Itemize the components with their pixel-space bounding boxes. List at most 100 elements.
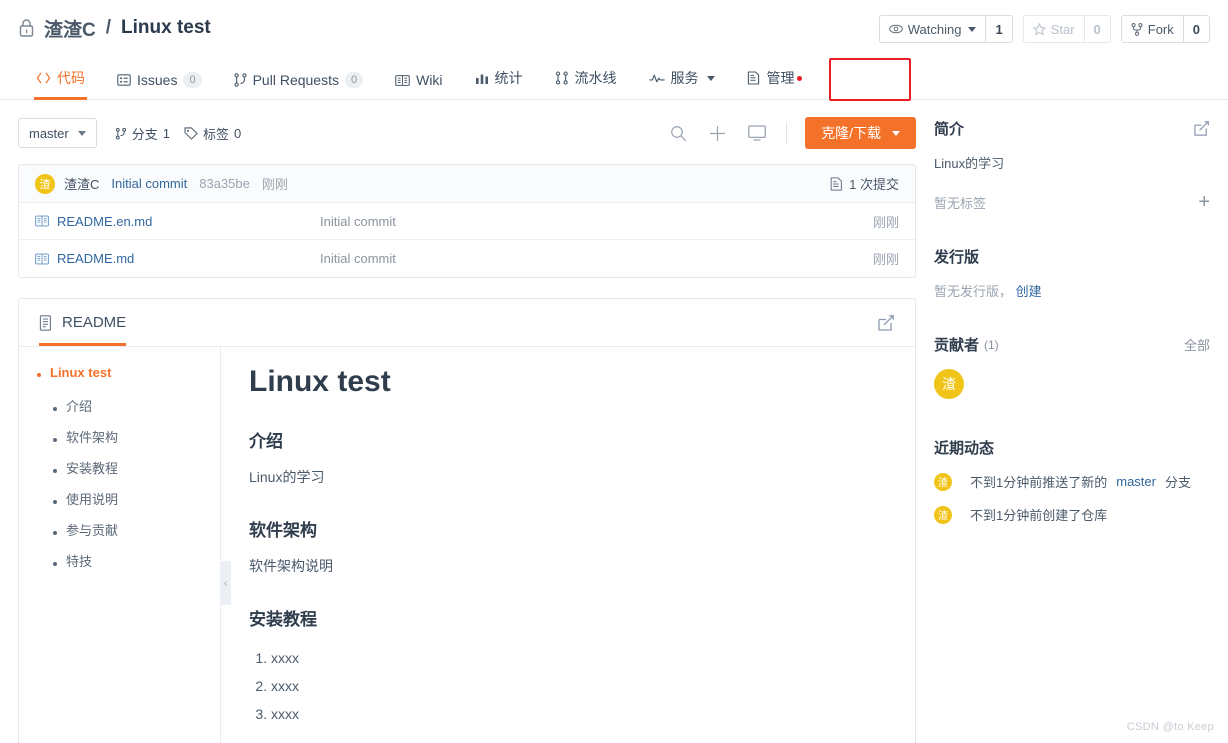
commit-count-link[interactable]: 1 次提交 bbox=[830, 174, 899, 193]
star-label: Star bbox=[1050, 21, 1075, 37]
toc-item[interactable]: 特技 bbox=[29, 545, 220, 576]
toc-root-item[interactable]: Linux test 介绍 软件架构 安装教程 使用说明 参与贡献 特技 bbox=[29, 361, 220, 576]
repo-meta-links: 分支 1 标签 0 bbox=[115, 124, 241, 143]
clone-download-button[interactable]: 克隆/下载 bbox=[805, 117, 916, 149]
stats-icon bbox=[475, 72, 489, 85]
readme-title: Linux test bbox=[249, 365, 391, 398]
file-icon bbox=[35, 215, 49, 227]
releases-title: 发行版 bbox=[934, 249, 980, 266]
readme-heading: 软件架构 bbox=[249, 520, 317, 540]
chevron-down-icon bbox=[892, 130, 900, 136]
toc-item[interactable]: 使用说明 bbox=[29, 483, 220, 514]
table-row[interactable]: README.md Initial commit 刚刚 bbox=[19, 240, 915, 277]
code-icon bbox=[36, 72, 51, 84]
bullet-icon bbox=[53, 500, 57, 504]
branches-link[interactable]: 分支 1 bbox=[115, 124, 170, 143]
list-item: xxxx bbox=[271, 672, 885, 700]
breadcrumb: 渣渣C / Linux test bbox=[18, 15, 211, 42]
tab-stats[interactable]: 统计 bbox=[459, 68, 539, 99]
tab-pull-requests-label: Pull Requests bbox=[252, 72, 339, 88]
avatar[interactable]: 渣 bbox=[934, 505, 952, 524]
file-name[interactable]: README.en.md bbox=[57, 214, 152, 229]
chevron-down-icon bbox=[706, 75, 715, 81]
toc-item[interactable]: 软件架构 bbox=[29, 421, 220, 452]
activity-section: 近期动态 渣 不到1分钟前推送了新的 master 分支 渣 不到1分钟前创建了… bbox=[934, 437, 1210, 524]
commit-sha[interactable]: 83a35be bbox=[199, 176, 250, 191]
releases-heading: 发行版 bbox=[934, 246, 1210, 267]
tab-issues[interactable]: Issues 0 bbox=[101, 72, 218, 99]
doc-icon bbox=[39, 314, 53, 331]
tab-readme[interactable]: README bbox=[39, 299, 127, 346]
chevron-down-icon bbox=[77, 130, 86, 136]
table-row[interactable]: README.en.md Initial commit 刚刚 bbox=[19, 203, 915, 240]
chevron-left-icon: ‹ bbox=[223, 577, 228, 589]
fork-count[interactable]: 0 bbox=[1183, 15, 1210, 43]
file-commit-message: Initial commit bbox=[320, 213, 396, 229]
toc-item-label: 软件架构 bbox=[66, 430, 119, 445]
tab-pipeline[interactable]: 流水线 bbox=[539, 68, 633, 99]
create-release-link[interactable]: 创建 bbox=[1016, 284, 1042, 299]
file-name-cell[interactable]: README.en.md bbox=[35, 214, 320, 229]
page-body: master 分支 1 标签 0 克隆/下载 渣 渣渣C Initial com… bbox=[0, 100, 1228, 743]
toc-item[interactable]: 参与贡献 bbox=[29, 514, 220, 545]
activity-branch-link[interactable]: master bbox=[1116, 474, 1156, 489]
repo-toolbar: master 分支 1 标签 0 克隆/下载 bbox=[18, 116, 916, 150]
commit-author[interactable]: 渣渣C bbox=[64, 174, 99, 193]
activity-heading: 近期动态 bbox=[934, 437, 1210, 458]
star-button-group[interactable]: Star 0 bbox=[1022, 15, 1111, 43]
contributors-all-link[interactable]: 全部 bbox=[1184, 335, 1210, 354]
tags-count: 0 bbox=[234, 125, 242, 141]
avatar[interactable]: 渣 bbox=[934, 472, 952, 491]
tab-wiki[interactable]: Wiki bbox=[379, 72, 458, 99]
avatar[interactable]: 渣 bbox=[934, 369, 964, 399]
watching-count[interactable]: 1 bbox=[986, 15, 1013, 43]
search-icon[interactable] bbox=[670, 125, 687, 142]
toolbar-icon-group bbox=[670, 125, 766, 142]
fork-button-group[interactable]: Fork 0 bbox=[1120, 15, 1210, 43]
lock-icon bbox=[18, 18, 36, 38]
watching-button[interactable]: Watching bbox=[878, 15, 987, 43]
star-button[interactable]: Star bbox=[1022, 15, 1085, 43]
file-commit-time: 刚刚 bbox=[872, 252, 899, 267]
tab-stats-label: 统计 bbox=[494, 70, 523, 86]
plus-icon[interactable]: + bbox=[1198, 192, 1210, 212]
toc-item[interactable]: 安装教程 bbox=[29, 452, 220, 483]
list-item: xxxx bbox=[271, 700, 885, 728]
watching-button-group[interactable]: Watching 1 bbox=[878, 15, 1013, 43]
bullet-icon bbox=[53, 531, 57, 535]
activity-title: 近期动态 bbox=[934, 440, 995, 457]
bullet-icon bbox=[53, 438, 57, 442]
tab-service[interactable]: 服务 bbox=[633, 68, 731, 99]
toc-item-label: 使用说明 bbox=[66, 492, 119, 507]
readme-ordered-list: xxxx xxxx xxxx bbox=[271, 644, 885, 728]
branch-selector[interactable]: master bbox=[18, 118, 97, 148]
repo-owner-link[interactable]: 渣渣C bbox=[44, 15, 96, 42]
tab-code[interactable]: 代码 bbox=[20, 68, 101, 100]
monitor-icon[interactable] bbox=[748, 125, 766, 141]
tab-pull-requests[interactable]: Pull Requests 0 bbox=[218, 72, 380, 99]
fork-button[interactable]: Fork bbox=[1120, 15, 1184, 43]
edit-icon[interactable] bbox=[1193, 120, 1210, 137]
tags-link[interactable]: 标签 0 bbox=[184, 124, 241, 143]
tab-wiki-label: Wiki bbox=[416, 72, 443, 88]
bullet-icon bbox=[53, 469, 57, 473]
plus-icon[interactable] bbox=[709, 125, 726, 142]
toc-item-label: 参与贡献 bbox=[66, 523, 119, 538]
repo-name-link[interactable]: Linux test bbox=[121, 17, 211, 39]
file-commit-time: 刚刚 bbox=[872, 214, 899, 230]
edit-icon[interactable] bbox=[877, 314, 895, 332]
avatar[interactable]: 渣 bbox=[35, 173, 55, 194]
manage-tab-highlight-annotation bbox=[829, 58, 911, 101]
commit-message[interactable]: Initial commit bbox=[111, 176, 187, 191]
file-name-cell[interactable]: README.md bbox=[35, 251, 320, 266]
list-item: 渣 不到1分钟前推送了新的 master 分支 bbox=[934, 472, 1210, 491]
tab-manage[interactable]: 管理 bbox=[731, 68, 811, 99]
star-count[interactable]: 0 bbox=[1084, 15, 1111, 43]
breadcrumb-separator: / bbox=[105, 17, 112, 38]
toc-item[interactable]: 介绍 bbox=[29, 390, 220, 421]
about-section: 简介 Linux的学习 暂无标签 + bbox=[934, 118, 1210, 212]
right-sidebar: 简介 Linux的学习 暂无标签 + 发行版 暂无发行版， 创建 贡献者 (1)… bbox=[916, 100, 1210, 743]
list-item: xxxx bbox=[271, 644, 885, 672]
toc-collapse-handle[interactable]: ‹ bbox=[220, 561, 231, 605]
file-name[interactable]: README.md bbox=[57, 251, 134, 266]
